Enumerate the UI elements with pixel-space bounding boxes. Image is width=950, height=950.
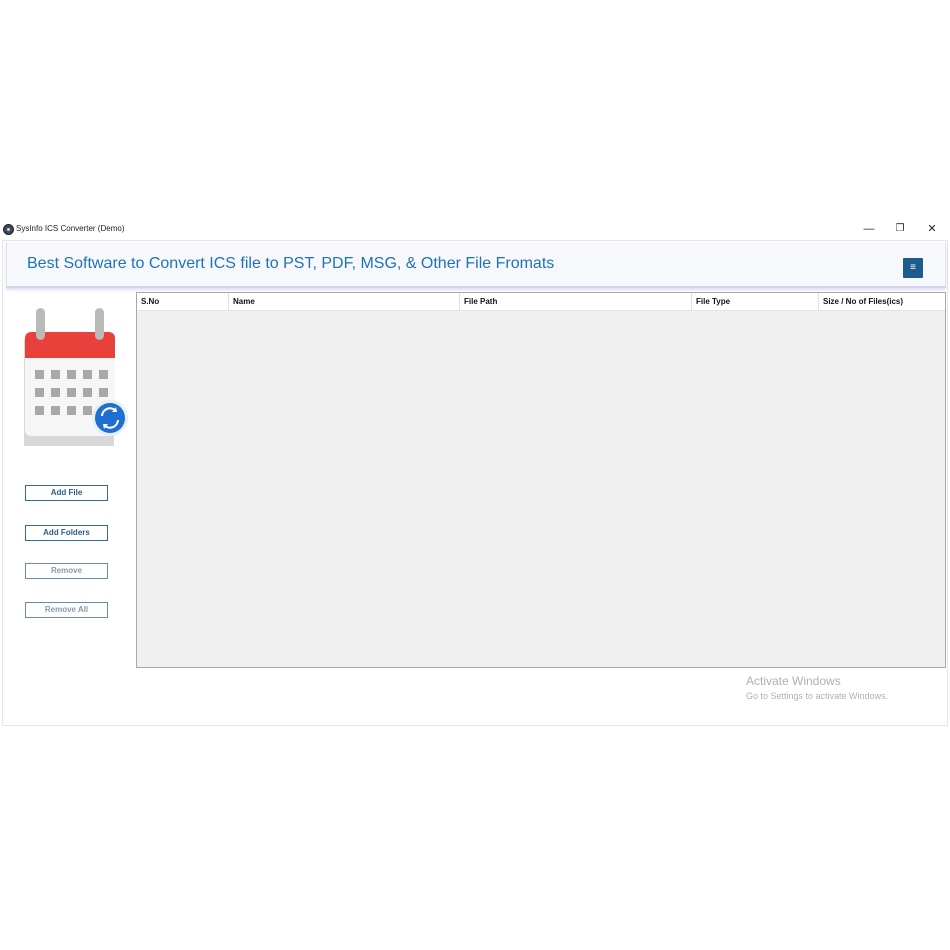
minimize-button[interactable]: — <box>854 220 884 238</box>
remove-all-button[interactable]: Remove All <box>25 602 108 618</box>
calendar-sync-icon <box>24 308 128 446</box>
add-folders-button[interactable]: Add Folders <box>25 525 108 541</box>
app-window: SysInfo ICS Converter (Demo) — ❐ ✕ Best … <box>0 218 950 728</box>
watermark-subtitle: Go to Settings to activate Windows. <box>746 691 889 701</box>
close-button[interactable]: ✕ <box>917 220 947 238</box>
hamburger-icon: ≡ <box>910 262 916 273</box>
column-file-path[interactable]: File Path <box>460 293 692 310</box>
calendar-ring-right <box>95 308 104 340</box>
title-bar: SysInfo ICS Converter (Demo) — ❐ ✕ <box>0 218 950 240</box>
remove-button[interactable]: Remove <box>25 563 108 579</box>
column-name[interactable]: Name <box>229 293 460 310</box>
app-icon <box>3 224 14 235</box>
activate-windows-watermark: Activate Windows Go to Settings to activ… <box>746 674 888 701</box>
header-banner: Best Software to Convert ICS file to PST… <box>6 242 946 288</box>
banner-title: Best Software to Convert ICS file to PST… <box>27 255 555 272</box>
calendar-ring-left <box>36 308 45 340</box>
column-size[interactable]: Size / No of Files(ics) <box>819 293 945 310</box>
file-list-table[interactable]: S.No Name File Path File Type Size / No … <box>136 292 946 668</box>
column-file-type[interactable]: File Type <box>692 293 819 310</box>
window-title: SysInfo ICS Converter (Demo) <box>16 224 125 233</box>
column-sno[interactable]: S.No <box>137 293 229 310</box>
add-file-button[interactable]: Add File <box>25 485 108 501</box>
restore-button[interactable]: ❐ <box>885 220 915 238</box>
hamburger-menu-button[interactable]: ≡ <box>903 258 923 278</box>
table-header: S.No Name File Path File Type Size / No … <box>137 293 945 311</box>
watermark-title: Activate Windows <box>746 674 841 688</box>
